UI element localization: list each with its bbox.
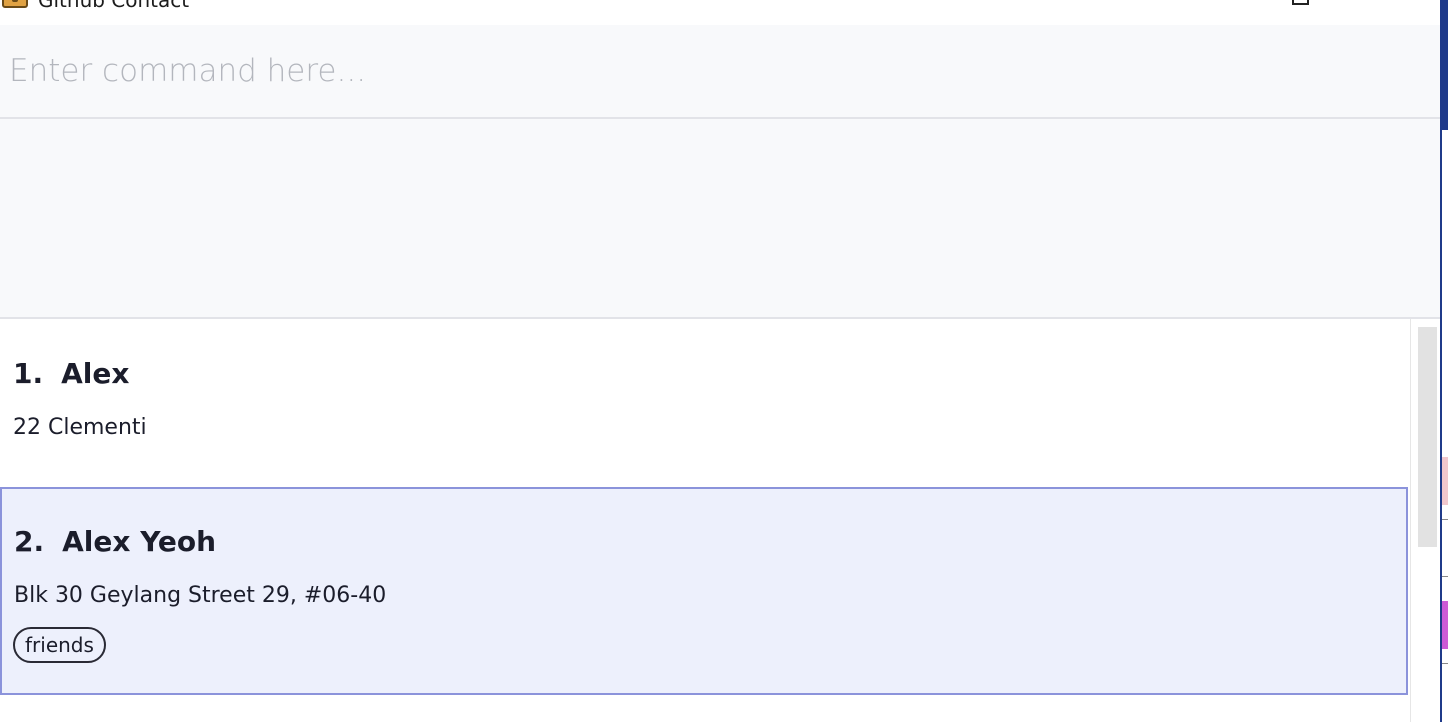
person-list: 1. Alex 22 Clementi 2. Alex Yeoh Blk 30 Ge… <box>0 319 1440 722</box>
command-input[interactable] <box>0 25 1440 117</box>
command-box <box>0 25 1440 119</box>
edge-accent <box>1442 0 1448 130</box>
close-button[interactable] <box>1374 0 1414 8</box>
edge-divider <box>1442 663 1448 664</box>
app-icon <box>2 0 28 8</box>
background-window-edge <box>1440 0 1448 722</box>
scrollbar-thumb[interactable] <box>1418 327 1437 547</box>
person-name: Alex Yeoh <box>62 525 217 558</box>
edge-divider <box>1442 576 1448 577</box>
person-card-selected[interactable]: 2. Alex Yeoh Blk 30 Geylang Street 29, #0… <box>0 487 1408 695</box>
person-name: Alex <box>61 357 130 390</box>
person-title: 2. Alex Yeoh <box>14 525 216 558</box>
main-window: Github Contact 1. Alex 22 Clementi 2. Alex… <box>0 0 1448 722</box>
edge-accent <box>1442 601 1448 649</box>
person-index: 1. <box>13 357 44 390</box>
edge-divider <box>1442 519 1448 520</box>
person-address: 22 Clementi <box>13 415 147 440</box>
person-address: Blk 30 Geylang Street 29, #06-40 <box>14 583 387 608</box>
maximize-button[interactable] <box>1282 0 1322 8</box>
result-display[interactable] <box>0 119 1440 319</box>
title-bar: Github Contact <box>0 0 1440 25</box>
maximize-icon <box>1292 0 1309 5</box>
edge-accent <box>1442 457 1448 505</box>
window-title: Github Contact <box>38 0 190 12</box>
person-index: 2. <box>14 525 45 558</box>
person-card[interactable]: 1. Alex 22 Clementi <box>0 319 1408 486</box>
tag-badge: friends <box>13 627 106 663</box>
list-scrollbar[interactable] <box>1410 319 1440 722</box>
person-title: 1. Alex <box>13 357 129 390</box>
person-card[interactable] <box>0 696 1408 722</box>
